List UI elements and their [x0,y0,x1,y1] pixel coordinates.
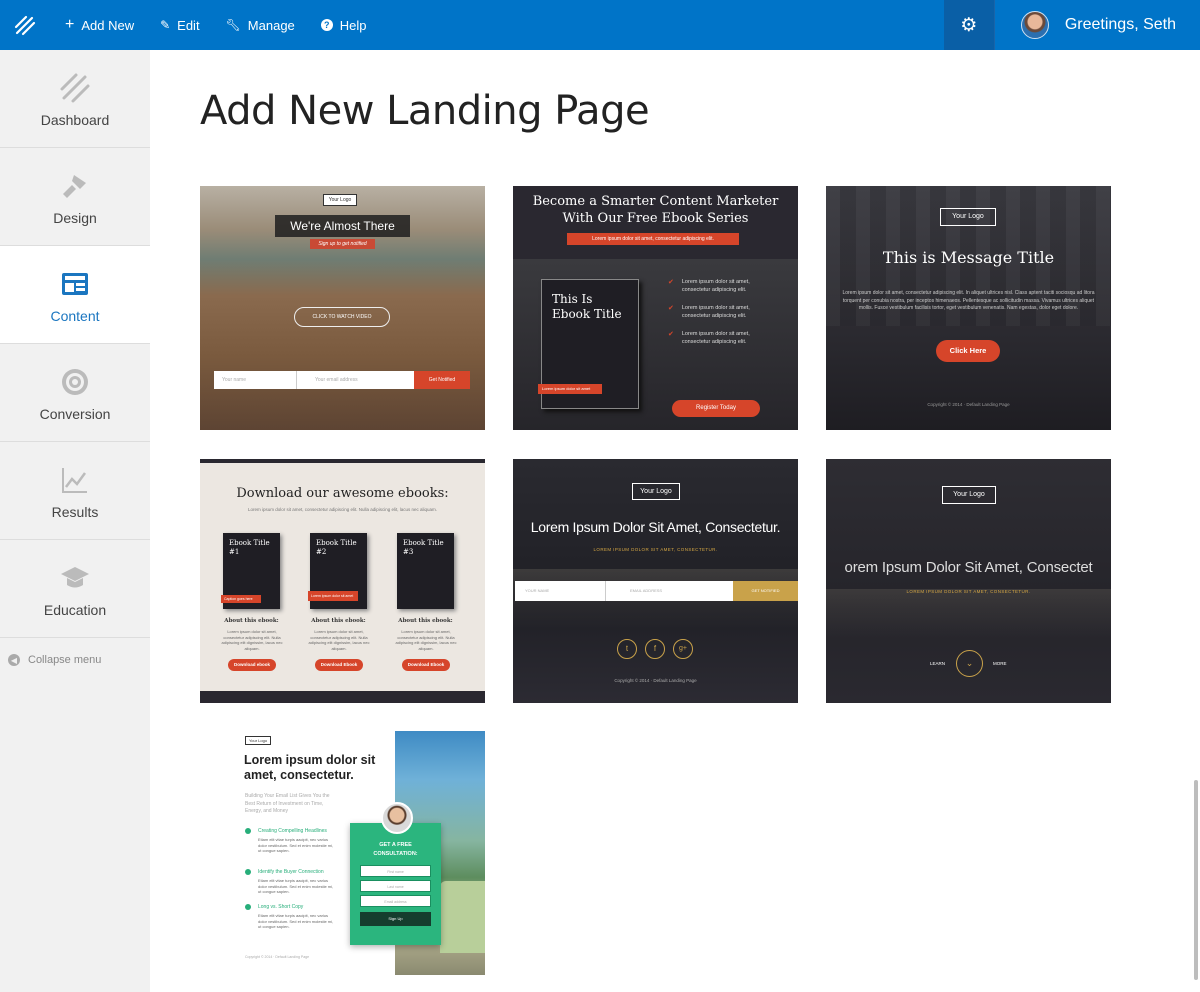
template-logo: Your Logo [940,208,996,226]
dashboard-icon [58,70,92,106]
manage-menu[interactable]: 🔧︎ Manage [213,0,308,50]
sidebar-item-results[interactable]: Results [0,442,150,540]
top-bar: + Add New ✎ Edit 🔧︎ Manage ? Help ⚙ Greeting… [0,0,1200,50]
target-icon [60,364,90,400]
template-card-almost-there[interactable]: Your Logo We're Almost There Sign up to … [200,186,485,430]
template-logo: Your Logo [942,486,996,504]
ebook-1: Ebook Title #1 Caption goes here [221,533,280,609]
template-headline: Lorem ipsum dolor sit amet, consectetur. [244,753,376,782]
chart-line-icon [60,462,90,498]
notify-button: GET NOTIFIED [733,581,798,601]
sidebar-item-design[interactable]: Design [0,148,150,246]
page-title: Add New Landing Page [200,88,650,134]
graduation-cap-icon [59,560,91,596]
template-copyright: Copyright © 2014 · Default Landing Page [927,402,1010,407]
template-headline: Lorem Ipsum Dolor Sit Amet, Consectetur. [530,519,781,535]
template-card-notify-dark[interactable]: Your Logo Lorem Ipsum Dolor Sit Amet, Co… [513,459,798,703]
sidebar-item-dashboard[interactable]: Dashboard [0,50,150,148]
template-logo: Your Logo [632,483,680,500]
help-menu[interactable]: ? Help [308,0,380,50]
check-icon: ✔ [668,331,674,338]
collapse-menu-button[interactable]: ◀ Collapse menu [0,638,150,682]
template-copyright: Copyright © 2014 · Default Landing Page [614,678,697,683]
name-input: YOUR NAME [515,581,605,601]
template-subtitle: Building Your Email List Gives You the B… [245,793,330,814]
download-button-3: Download Ebook [402,659,450,671]
avatar [1020,11,1049,39]
template-logo: Your Logo [245,736,271,745]
notify-button: Get Notified [414,371,470,389]
consultant-avatar [381,802,413,834]
sidebar-item-content[interactable]: Content [0,246,150,344]
template-copyright: Copyright © 2014 · Default Landing Page [245,955,310,959]
sidebar-item-conversion[interactable]: Conversion [0,344,150,442]
template-subtitle: Lorem ipsum dolor sit amet, consectetur … [247,507,438,512]
click-here-button: Click Here [936,340,1000,362]
paintbrush-icon [60,168,90,204]
settings-gear-icon[interactable]: ⚙ [943,0,994,50]
app-logo-icon[interactable] [0,0,50,50]
collapse-arrow-icon: ◀ [8,654,20,666]
check-circle-icon [245,904,251,910]
content-layout-icon [61,266,89,302]
template-headline: orem Ipsum Dolor Sit Amet, Consectet [844,559,1093,576]
plus-icon: + [65,16,75,33]
edit-menu[interactable]: ✎ Edit [147,0,212,50]
template-subline: LOREM IPSUM DOLOR SIT AMET, CONSECTETUR. [906,589,1031,594]
check-circle-icon [245,869,251,875]
template-card-ebooks[interactable]: Download our awesome ebooks: Lorem ipsum… [200,459,485,703]
check-icon: ✔ [668,305,674,312]
template-logo: Your Logo [323,194,357,206]
scroll-down-icon: ⌄ [956,650,983,677]
email-input: EMAIL ADDRESS [605,581,733,601]
facebook-icon: f [645,639,665,659]
template-body: Lorem ipsum dolor sit amet, consectetur … [842,290,1095,311]
help-icon: ? [320,19,333,31]
template-headline-line1: Become a Smarter Content Marketer [532,194,779,209]
twitter-icon: t [617,639,637,659]
check-circle-icon [245,828,251,834]
sidebar: Dashboard Design Content Conversion Resu… [0,50,150,992]
user-menu[interactable]: Greetings, Seth [993,0,1200,50]
download-button-1: Download ebook [228,659,276,671]
template-subline: Sign up to get notified [310,239,375,249]
sidebar-item-education[interactable]: Education [0,540,150,638]
van [440,881,485,953]
wrench-icon: 🔧︎ [225,18,241,32]
template-band: Lorem ipsum dolor sit amet, consectetur … [567,233,739,245]
template-card-message-title[interactable]: Your Logo This is Message Title Lorem ip… [826,186,1111,430]
template-card-ebook-series[interactable]: Become a Smarter Content Marketer With O… [513,186,798,430]
scrollbar[interactable] [1194,780,1198,980]
template-title: This is Message Title [882,248,1055,267]
register-button: Register Today [672,400,760,417]
name-input: Your name [214,371,296,389]
ebook-cover: This Is Ebook Title Lorem ipsum dolor si… [538,279,639,409]
check-icon: ✔ [668,279,674,286]
ebook-2: Ebook Title #2 Lorem ipsum dolor sit ame… [308,533,367,609]
template-subline: LOREM IPSUM DOLOR SIT AMET, CONSECTETUR. [593,547,718,552]
template-headline-line2: With Our Free Ebook Series [562,211,749,226]
email-input: Your email address [296,371,414,389]
template-title: Download our awesome ebooks: [236,486,449,501]
template-card-consultation[interactable]: Your Logo Lorem ipsum dolor sit amet, co… [200,731,485,975]
consultation-form: GET A FREE CONSULTATION: First name Last… [350,823,441,945]
download-button-2: Download Ebook [315,659,363,671]
bullet-list: ✔ Lorem ipsum dolor sit amet, consectetur… [668,279,750,345]
add-new-menu[interactable]: + Add New [52,0,147,50]
ebook-3: Ebook Title #3 [397,533,454,609]
watch-video-button: CLICK TO WATCH VIDEO [294,307,390,327]
template-card-learn-more[interactable]: Your Logo orem Ipsum Dolor Sit Amet, Con… [826,459,1111,703]
template-headline: We're Almost There [275,215,410,237]
pencil-icon: ✎ [160,18,171,32]
googleplus-icon: g+ [673,639,693,659]
